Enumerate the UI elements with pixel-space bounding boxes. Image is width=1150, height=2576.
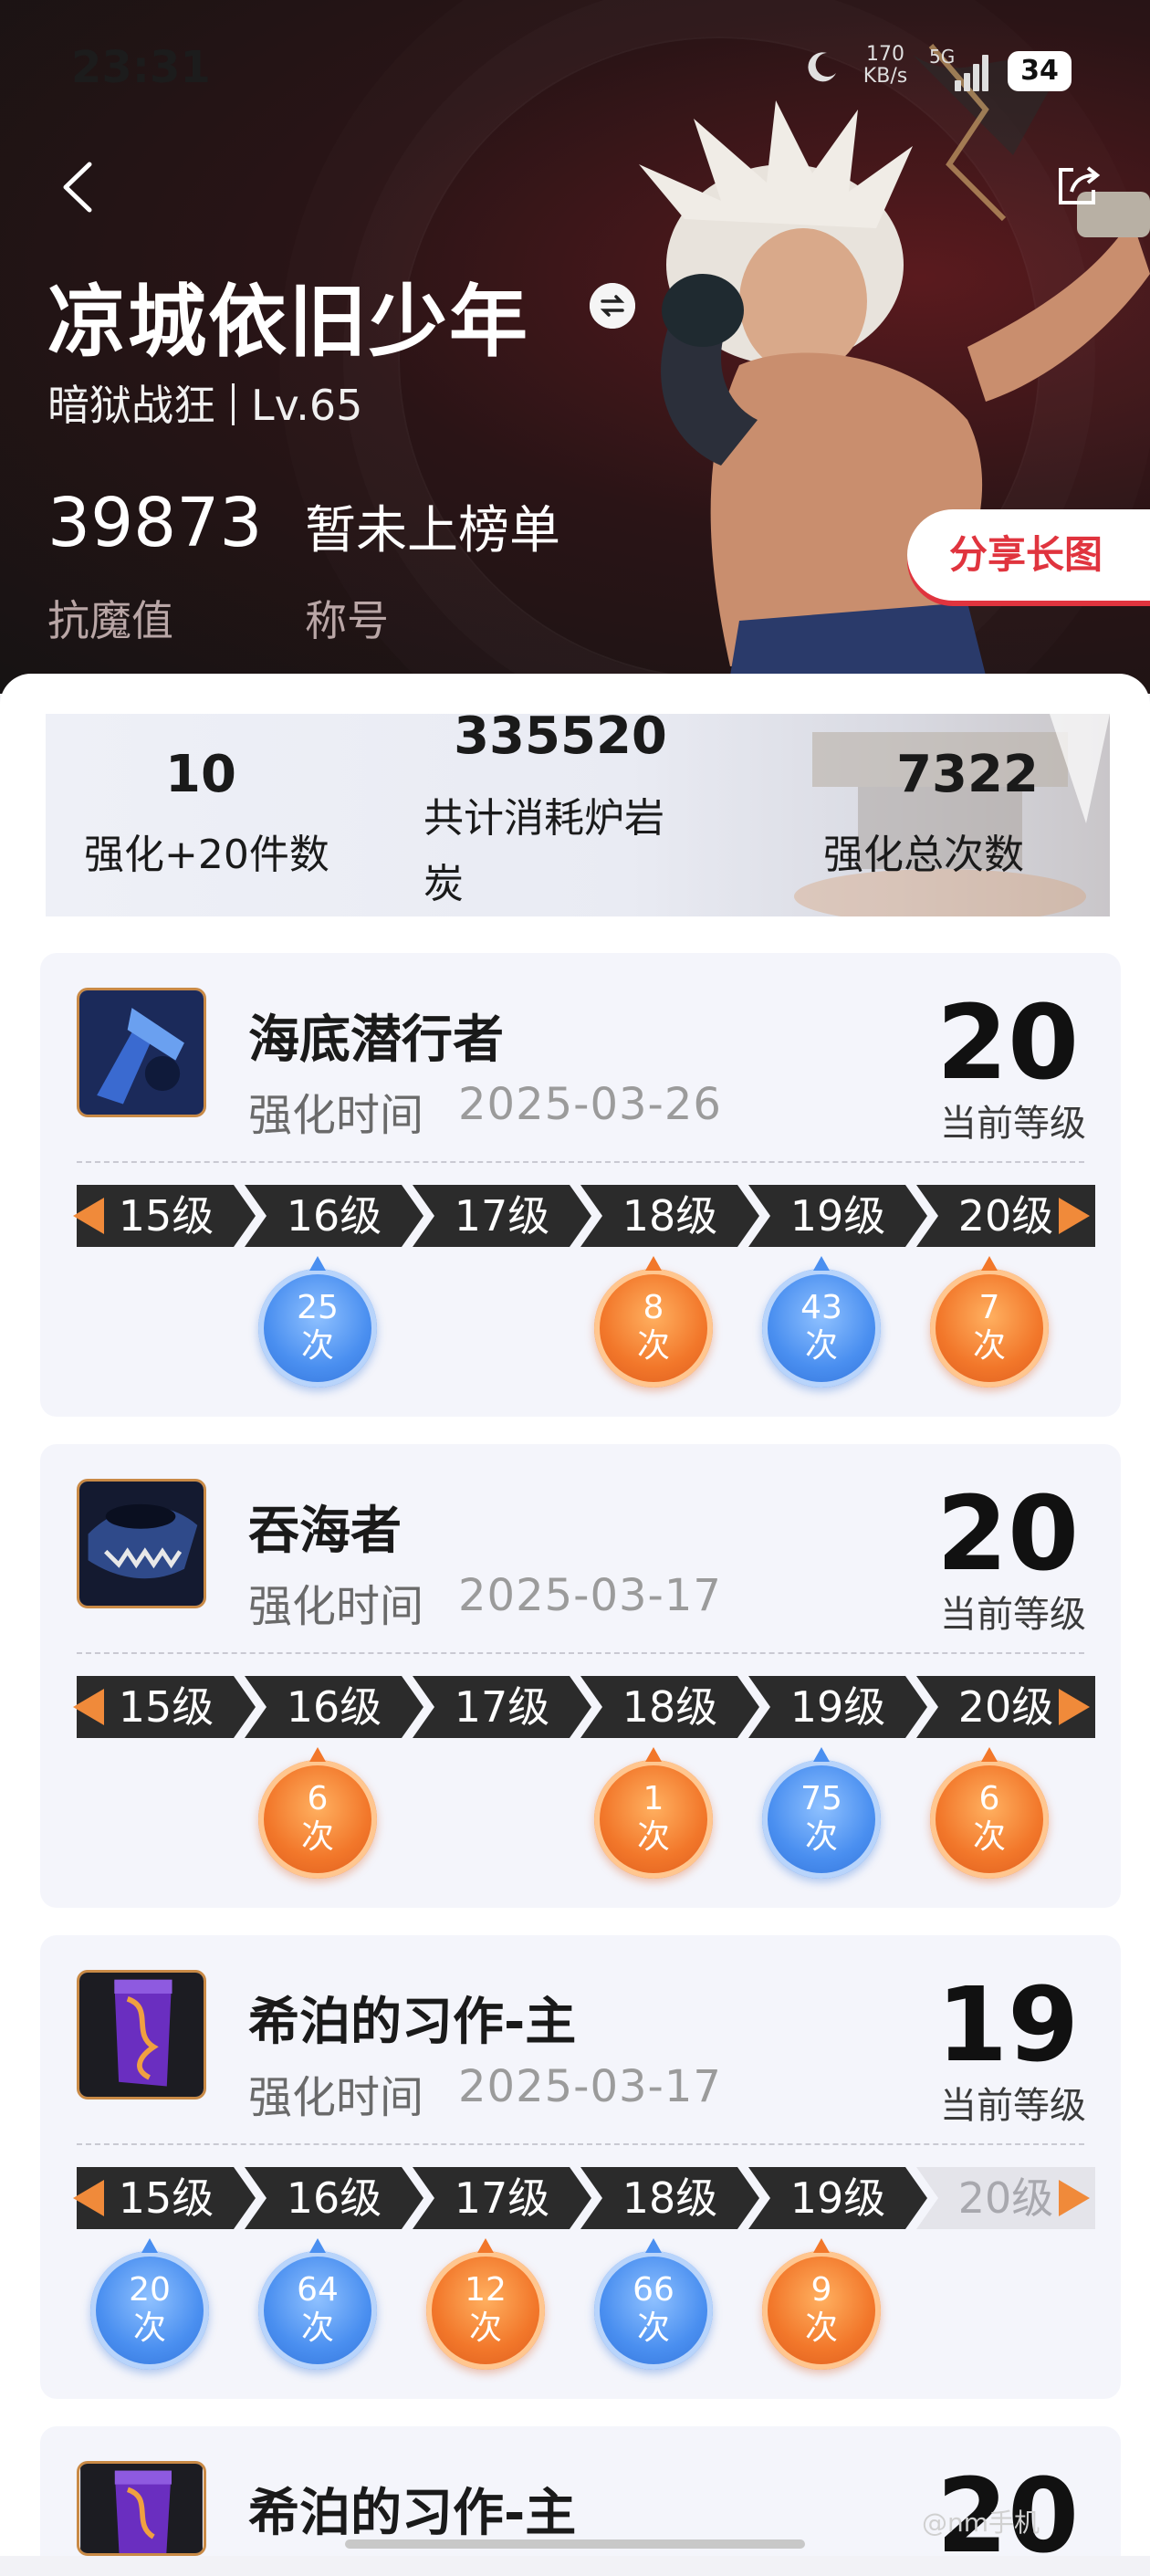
status-time: 23:31 xyxy=(71,42,211,93)
enhance-date: 2025-03-17 xyxy=(458,2061,722,2112)
scroll-right-arrow-icon[interactable] xyxy=(1059,1198,1090,1234)
attempt-badge: 9次 xyxy=(762,2238,881,2370)
attempt-badge: 66 次 xyxy=(594,2238,713,2370)
back-arrow-icon[interactable] xyxy=(51,155,106,219)
player-name: 凉城依旧少年 xyxy=(47,277,529,368)
current-level-value: 20 xyxy=(936,1475,1079,1594)
level-segment: 18级 xyxy=(580,1676,759,1738)
level-segment: 17级 xyxy=(413,2167,591,2229)
divider xyxy=(77,2143,1084,2145)
attempt-badge: 64 次 xyxy=(258,2238,377,2370)
current-level-value: 20 xyxy=(936,984,1079,1103)
level-segment: 16级 xyxy=(245,1185,423,1247)
coal-used-value: 335520 xyxy=(454,714,667,766)
profile-header: 23:31 170 KB/s 5G 34 凉城依旧少年 暗狱战狂 Lv.65 39… xyxy=(0,0,1150,694)
level-segment: 16级 xyxy=(245,2167,423,2229)
share-icon[interactable] xyxy=(1051,159,1104,212)
current-level-label: 当前等级 xyxy=(940,1594,1086,1636)
total-enhance-value: 7322 xyxy=(896,745,1039,804)
scroll-left-arrow-icon[interactable] xyxy=(73,1198,104,1234)
plus20-count-label: 强化+20件数 xyxy=(84,832,329,878)
divider xyxy=(77,1652,1084,1654)
enhance-time-label: 强化时间 xyxy=(248,1581,424,1632)
equipment-card[interactable]: 希泊的习作-主 强化时间 2025-03-17 19 当前等级 15级 16级 … xyxy=(40,1935,1121,2399)
rank-label: 称号 xyxy=(305,596,389,645)
equipment-name: 海底潜行者 xyxy=(248,1011,504,1070)
scroll-right-arrow-icon[interactable] xyxy=(1059,1689,1090,1725)
network-type: 5G xyxy=(929,46,956,68)
level-segment: 18级 xyxy=(580,1185,759,1247)
equipment-icon xyxy=(77,2461,206,2556)
equipment-name: 希泊的习作-主 xyxy=(248,1993,577,2052)
level-segment: 19级 xyxy=(748,1185,927,1247)
attempt-badge: 75 次 xyxy=(762,1747,881,1879)
equipment-name: 吞海者 xyxy=(248,1502,402,1561)
equipment-card[interactable]: 海底潜行者 强化时间 2025-03-26 20 当前等级 15级 16级 17… xyxy=(40,953,1121,1417)
current-level-label: 当前等级 xyxy=(940,2085,1086,2127)
current-level-label: 当前等级 xyxy=(940,1103,1086,1145)
level-track: 15级 16级 17级 18级 19级 20级 xyxy=(73,1181,1095,1251)
class-and-level: 暗狱战狂 Lv.65 xyxy=(47,372,362,433)
home-indicator[interactable] xyxy=(345,2539,805,2549)
level-segment: 18级 xyxy=(580,2167,759,2229)
scroll-right-arrow-icon[interactable] xyxy=(1059,2180,1090,2216)
switch-character-icon[interactable] xyxy=(590,283,635,329)
signal-icon xyxy=(955,51,991,91)
level-segment: 17级 xyxy=(413,1676,591,1738)
equipment-card[interactable]: 吞海者 强化时间 2025-03-17 20 当前等级 15级 16级 17级 … xyxy=(40,1444,1121,1908)
equipment-name: 希泊的习作-主 xyxy=(248,2484,577,2543)
coal-used-label-line2: 炭 xyxy=(423,861,464,907)
rank-value: 暂未上榜单 xyxy=(305,501,560,560)
level-track: 15级 16级 17级 18级 19级 20级 xyxy=(73,2163,1095,2233)
coal-used-label-line1: 共计消耗炉岩 xyxy=(423,795,664,842)
attempt-badge: 25 次 xyxy=(258,1256,377,1387)
attempt-badge: 12 次 xyxy=(426,2238,545,2370)
equipment-icon xyxy=(77,1970,206,2100)
network-speed: 170 KB/s xyxy=(862,43,908,88)
attempt-badge: 8次 xyxy=(594,1256,713,1387)
total-enhance-label: 强化总次数 xyxy=(823,832,1024,878)
level-segment: 16级 xyxy=(245,1676,423,1738)
equipment-icon xyxy=(77,1479,206,1608)
character-level: Lv.65 xyxy=(251,381,363,430)
divider xyxy=(77,1161,1084,1163)
attempt-badge: 43 次 xyxy=(762,1256,881,1387)
resist-label: 抗魔值 xyxy=(47,596,173,645)
attempt-badge: 20 次 xyxy=(90,2238,209,2370)
enhance-date: 2025-03-17 xyxy=(458,1570,722,1621)
resist-value: 39873 xyxy=(47,484,263,562)
attempt-badge: 6次 xyxy=(930,1747,1049,1879)
attempt-badge: 6次 xyxy=(258,1747,377,1879)
do-not-disturb-moon-icon xyxy=(808,52,836,82)
plus20-count-value: 10 xyxy=(165,745,236,804)
equipment-icon xyxy=(77,988,206,1117)
attempt-badge: 7次 xyxy=(930,1256,1049,1387)
class-name: 暗狱战狂 xyxy=(47,381,215,430)
level-segment: 19级 xyxy=(748,1676,927,1738)
level-segment: 17级 xyxy=(413,1185,591,1247)
scroll-left-arrow-icon[interactable] xyxy=(73,1689,104,1725)
current-level-value: 19 xyxy=(936,1966,1079,2085)
enhance-time-label: 强化时间 xyxy=(248,1090,424,1141)
separator xyxy=(232,383,235,425)
enhance-time-label: 强化时间 xyxy=(248,2072,424,2123)
share-long-image-button[interactable]: 分享长图 xyxy=(907,509,1150,601)
watermark: @nm手机 xyxy=(922,2508,1040,2538)
scroll-left-arrow-icon[interactable] xyxy=(73,2180,104,2216)
attempt-badge: 1次 xyxy=(594,1747,713,1879)
level-segment: 19级 xyxy=(748,2167,927,2229)
status-bar: 23:31 170 KB/s 5G 34 xyxy=(0,0,1150,137)
battery-indicator: 34 xyxy=(1008,51,1072,91)
enhance-date: 2025-03-26 xyxy=(458,1079,722,1130)
enhance-summary: 10 强化+20件数 335520 共计消耗炉岩 炭 7322 强化总次数 xyxy=(46,714,1110,916)
level-track: 15级 16级 17级 18级 19级 20级 xyxy=(73,1672,1095,1742)
